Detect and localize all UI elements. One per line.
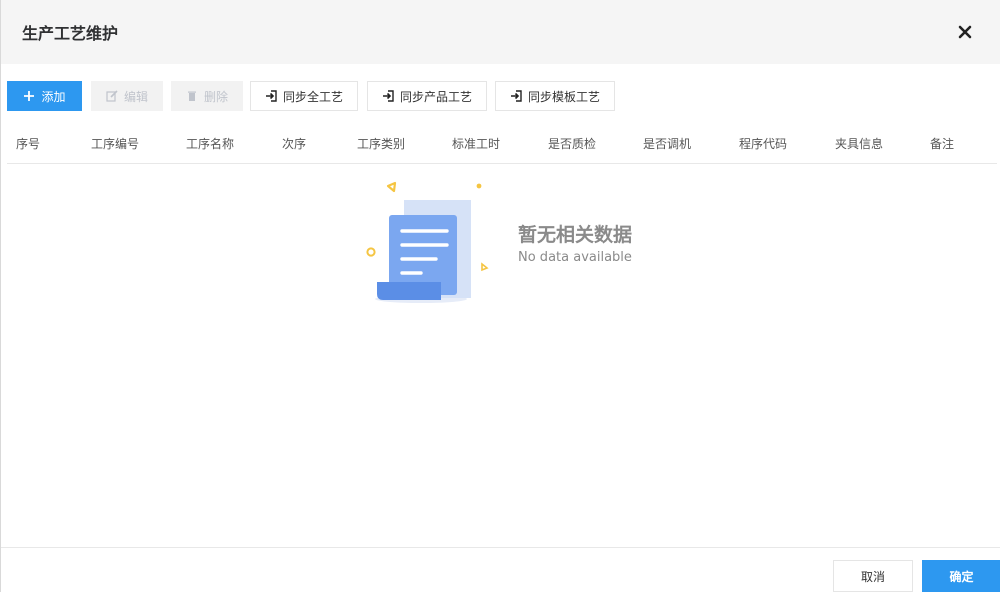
sync-template-process-button[interactable]: 同步模板工艺 [495, 81, 615, 111]
empty-document-icon [366, 181, 489, 303]
column-header[interactable]: 是否调机 [643, 135, 691, 152]
add-button-label: 添加 [41, 89, 66, 104]
empty-state: 暂无相关数据 No data available [361, 178, 661, 308]
dialog-header: 生产工艺维护 [1, 0, 1000, 64]
process-maintenance-dialog: 生产工艺维护 添加 编辑 删除 同步全工艺 同步产品工艺 同步模板工艺 序号 工… [0, 0, 1000, 592]
trash-icon [186, 90, 198, 102]
cancel-button[interactable]: 取消 [833, 560, 913, 592]
edit-button[interactable]: 编辑 [91, 81, 163, 111]
close-icon[interactable] [953, 20, 977, 44]
plus-icon [23, 90, 35, 102]
import-icon [382, 90, 394, 102]
column-header[interactable]: 备注 [930, 135, 954, 152]
column-header[interactable]: 是否质检 [548, 135, 596, 152]
column-header[interactable]: 夹具信息 [835, 135, 883, 152]
dialog-title: 生产工艺维护 [22, 24, 119, 43]
import-icon [510, 90, 522, 102]
toolbar: 添加 编辑 删除 同步全工艺 同步产品工艺 同步模板工艺 [7, 81, 997, 111]
table-header: 序号 工序编号 工序名称 次序 工序类别 标准工时 是否质检 是否调机 程序代码… [7, 122, 997, 164]
column-header[interactable]: 工序编号 [91, 135, 139, 152]
empty-state-title: 暂无相关数据 [518, 224, 633, 246]
sync-all-process-button[interactable]: 同步全工艺 [250, 81, 358, 111]
add-button[interactable]: 添加 [7, 81, 82, 111]
confirm-button[interactable]: 确定 [922, 560, 1000, 592]
delete-button-label: 删除 [203, 89, 228, 104]
import-icon [265, 90, 277, 102]
footer-divider [1, 547, 1000, 548]
column-header[interactable]: 程序代码 [739, 135, 787, 152]
sync-product-process-label: 同步产品工艺 [399, 89, 472, 104]
empty-state-subtitle: No data available [518, 250, 632, 265]
column-header[interactable]: 次序 [282, 135, 306, 152]
edit-button-label: 编辑 [123, 89, 148, 104]
sync-template-process-label: 同步模板工艺 [527, 89, 600, 104]
sync-product-process-button[interactable]: 同步产品工艺 [367, 81, 487, 111]
delete-button[interactable]: 删除 [171, 81, 243, 111]
edit-icon [106, 90, 118, 102]
sync-all-process-label: 同步全工艺 [282, 89, 343, 104]
column-header[interactable]: 工序类别 [357, 135, 405, 152]
column-header[interactable]: 序号 [16, 135, 40, 152]
column-header[interactable]: 标准工时 [452, 135, 500, 152]
column-header[interactable]: 工序名称 [186, 135, 234, 152]
